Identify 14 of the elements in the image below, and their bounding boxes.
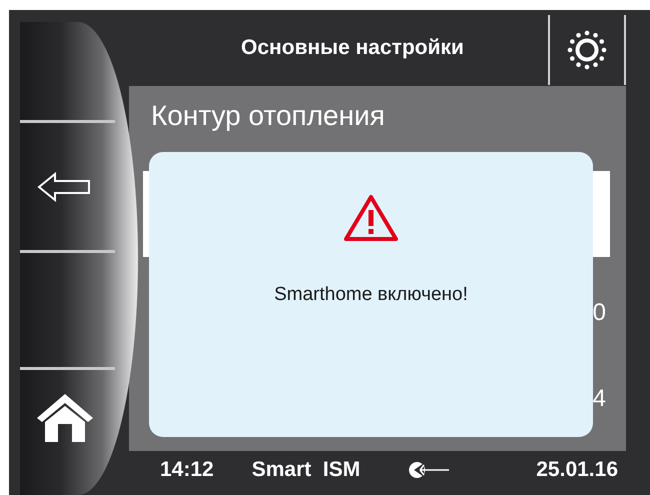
warning-icon <box>343 194 399 242</box>
dialog-message: Smarthome включено! <box>274 284 468 306</box>
settings-button[interactable] <box>548 15 626 85</box>
settings-icon <box>567 30 607 70</box>
screen-title: Основные настройки <box>240 36 465 60</box>
value-text: 4 <box>592 385 606 414</box>
home-icon <box>34 392 94 444</box>
time-text: 14:12 <box>160 458 214 482</box>
back-arrow-icon <box>36 172 90 202</box>
value-text: 0 <box>592 299 606 328</box>
date-text: 25.01.16 <box>536 458 618 482</box>
section-title: Контур отопления <box>151 100 386 132</box>
mode-text: Smart ISM <box>252 458 360 482</box>
connection-icon <box>408 460 450 480</box>
